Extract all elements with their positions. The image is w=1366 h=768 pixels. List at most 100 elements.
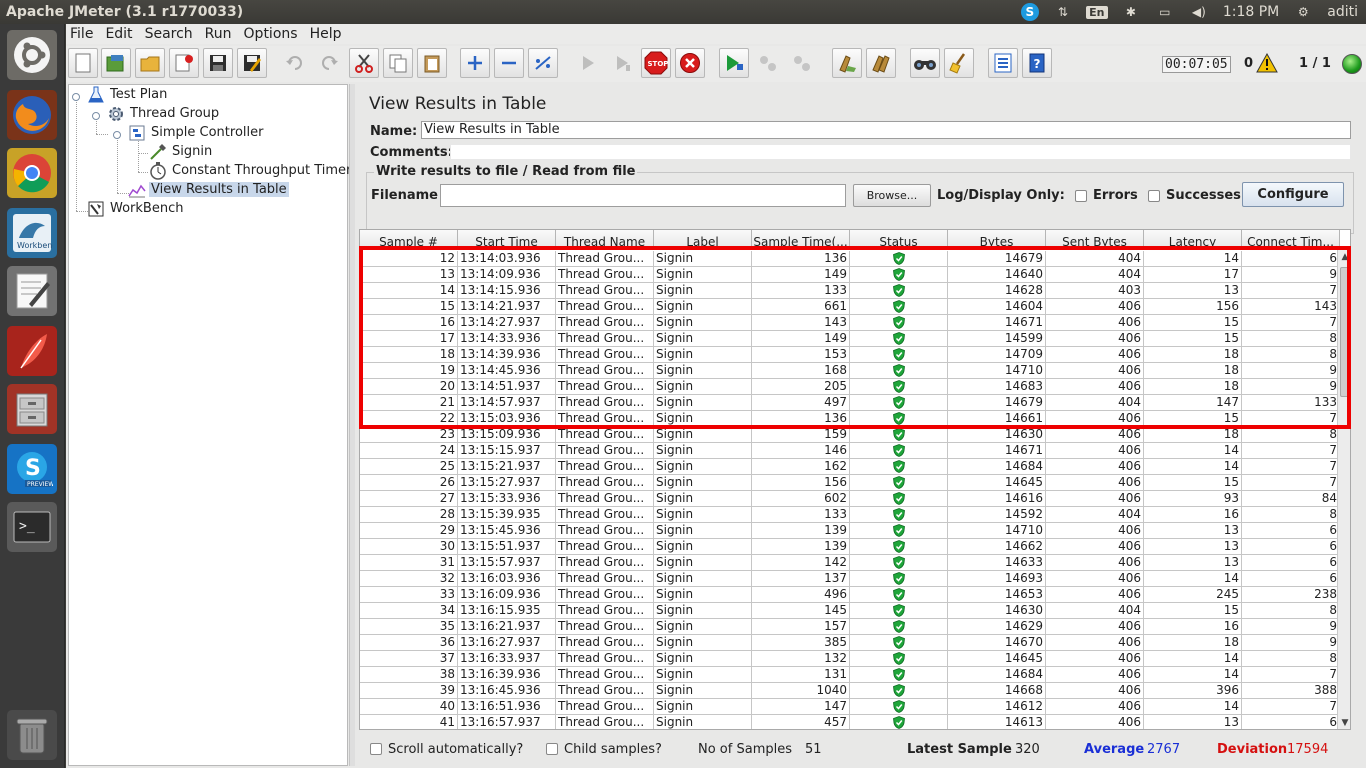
chrome-icon[interactable]	[7, 148, 57, 198]
table-row[interactable]: 29 13:15:45.936 Thread Grou... Signin 139 147…	[360, 523, 1340, 539]
column-header-latency[interactable]: Latency	[1144, 230, 1242, 250]
table-row[interactable]: 38 13:16:39.936 Thread Grou... Signin 131 146…	[360, 667, 1340, 683]
terminal-icon[interactable]: >_	[7, 502, 57, 552]
table-row[interactable]: 20 13:14:51.937 Thread Grou... Signin 205 146…	[360, 379, 1340, 395]
menu-search[interactable]: Search	[139, 26, 199, 42]
thread-group-expander[interactable]	[92, 112, 100, 120]
tree-item-signin[interactable]: Signin	[149, 142, 214, 161]
table-row[interactable]: 19 13:14:45.936 Thread Grou... Signin 168 147…	[360, 363, 1340, 379]
test-plan-expander[interactable]	[72, 93, 80, 101]
table-row[interactable]: 21 13:14:57.937 Thread Grou... Signin 497 146…	[360, 395, 1340, 411]
menu-edit[interactable]: Edit	[99, 26, 138, 42]
child-samples-checkbox[interactable]	[546, 743, 558, 755]
firefox-icon[interactable]	[7, 90, 57, 140]
collapse-all-button[interactable]	[494, 48, 524, 78]
start-no-pauses-button[interactable]	[607, 48, 637, 78]
scroll-down-arrow-icon[interactable]: ▼	[1340, 718, 1350, 728]
stop-button[interactable]: STOP	[641, 48, 671, 78]
network-icon[interactable]: ⇅	[1053, 3, 1073, 21]
warning-icon[interactable]	[1256, 52, 1278, 77]
column-header-connect-time[interactable]: Connect Tim...	[1242, 230, 1340, 250]
name-field[interactable]: View Results in Table	[421, 121, 1351, 139]
templates-button[interactable]	[101, 48, 131, 78]
open-button[interactable]	[135, 48, 165, 78]
column-header-status[interactable]: Status	[850, 230, 948, 250]
tree-item-test-plan[interactable]: Test Plan	[87, 85, 169, 104]
tree-item-simple-controller[interactable]: Simple Controller	[128, 123, 265, 142]
simple-controller-expander[interactable]	[113, 131, 121, 139]
table-row[interactable]: 23 13:15:09.936 Thread Grou... Signin 159 146…	[360, 427, 1340, 443]
redo-button[interactable]	[314, 48, 344, 78]
bluetooth-icon[interactable]: ✱	[1121, 3, 1141, 21]
keyboard-layout[interactable]: En	[1086, 5, 1108, 19]
user-name[interactable]: aditi	[1327, 4, 1358, 20]
help-button[interactable]: ?	[1022, 48, 1052, 78]
scroll-automatically-checkbox[interactable]	[370, 743, 382, 755]
table-row[interactable]: 22 13:15:03.936 Thread Grou... Signin 136 146…	[360, 411, 1340, 427]
undo-button[interactable]	[280, 48, 310, 78]
tree-item-workbench[interactable]: WorkBench	[87, 199, 185, 218]
menu-options[interactable]: Options	[238, 26, 304, 42]
ubuntu-dash-icon[interactable]	[7, 30, 57, 80]
table-row[interactable]: 30 13:15:51.937 Thread Grou... Signin 139 146…	[360, 539, 1340, 555]
save-button[interactable]	[203, 48, 233, 78]
split-pane-divider[interactable]	[349, 84, 355, 766]
tree-item-view-results-in-table[interactable]: View Results in Table	[128, 180, 289, 199]
filename-field[interactable]	[440, 184, 846, 207]
successes-checkbox[interactable]	[1148, 190, 1160, 202]
table-row[interactable]: 36 13:16:27.937 Thread Grou... Signin 385 146…	[360, 635, 1340, 651]
expand-all-button[interactable]	[460, 48, 490, 78]
column-header-start-time[interactable]: Start Time	[458, 230, 556, 250]
battery-icon[interactable]: ▭	[1155, 3, 1175, 21]
table-row[interactable]: 24 13:15:15.937 Thread Grou... Signin 146 146…	[360, 443, 1340, 459]
menu-help[interactable]: Help	[304, 26, 348, 42]
table-row[interactable]: 27 13:15:33.936 Thread Grou... Signin 602 146…	[360, 491, 1340, 507]
table-row[interactable]: 14 13:14:15.936 Thread Grou... Signin 133 146…	[360, 283, 1340, 299]
table-row[interactable]: 32 13:16:03.936 Thread Grou... Signin 137 146…	[360, 571, 1340, 587]
table-row[interactable]: 28 13:15:39.935 Thread Grou... Signin 133 145…	[360, 507, 1340, 523]
browse-button[interactable]: Browse...	[853, 184, 931, 207]
close-file-button[interactable]	[169, 48, 199, 78]
table-row[interactable]: 39 13:16:45.936 Thread Grou... Signin 1040 14…	[360, 683, 1340, 699]
tree-item-constant-throughput-timer[interactable]: Constant Throughput Timer	[149, 161, 353, 180]
clear-button[interactable]	[832, 48, 862, 78]
new-button[interactable]	[68, 48, 98, 78]
scroll-up-arrow-icon[interactable]: ▲	[1340, 252, 1350, 262]
clock[interactable]: 1:18 PM	[1223, 4, 1279, 20]
menu-file[interactable]: File	[66, 26, 99, 42]
table-row[interactable]: 37 13:16:33.937 Thread Grou... Signin 132 146…	[360, 651, 1340, 667]
table-row[interactable]: 41 13:16:57.937 Thread Grou... Signin 457 146…	[360, 715, 1340, 729]
volume-icon[interactable]: ◀)	[1189, 3, 1209, 21]
column-header-sent-bytes[interactable]: Sent Bytes	[1046, 230, 1144, 250]
reset-search-broom-icon[interactable]	[944, 48, 974, 78]
trash-icon[interactable]	[7, 710, 57, 760]
errors-checkbox[interactable]	[1075, 190, 1087, 202]
remote-stop-all-button[interactable]	[753, 48, 783, 78]
table-row[interactable]: 34 13:16:15.935 Thread Grou... Signin 145 146…	[360, 603, 1340, 619]
table-row[interactable]: 31 13:15:57.937 Thread Grou... Signin 142 146…	[360, 555, 1340, 571]
table-row[interactable]: 35 13:16:21.937 Thread Grou... Signin 157 146…	[360, 619, 1340, 635]
comments-field[interactable]	[450, 144, 1351, 160]
table-row[interactable]: 40 13:16:51.936 Thread Grou... Signin 147 146…	[360, 699, 1340, 715]
settings-gear-icon[interactable]: ⚙	[1293, 3, 1313, 21]
shutdown-button[interactable]	[675, 48, 705, 78]
clear-all-button[interactable]	[866, 48, 896, 78]
paste-button[interactable]	[417, 48, 447, 78]
skype-icon[interactable]: S	[1020, 3, 1039, 21]
tree-item-thread-group[interactable]: Thread Group	[107, 104, 221, 123]
start-button[interactable]	[573, 48, 603, 78]
toggle-button[interactable]	[528, 48, 558, 78]
column-header-thread-name[interactable]: Thread Name	[556, 230, 654, 250]
search-binoculars-icon[interactable]	[910, 48, 940, 78]
function-helper-button[interactable]	[988, 48, 1018, 78]
table-row[interactable]: 17 13:14:33.936 Thread Grou... Signin 149 145…	[360, 331, 1340, 347]
text-editor-icon[interactable]	[7, 266, 57, 316]
column-header-label[interactable]: Label	[654, 230, 752, 250]
menu-run[interactable]: Run	[199, 26, 238, 42]
file-cabinet-icon[interactable]	[7, 384, 57, 434]
scrollbar-thumb[interactable]	[1340, 267, 1350, 397]
copy-button[interactable]	[383, 48, 413, 78]
table-vertical-scrollbar[interactable]: ▲ ▼	[1337, 250, 1350, 729]
column-header-bytes[interactable]: Bytes	[948, 230, 1046, 250]
feather-app-icon[interactable]	[7, 326, 57, 376]
